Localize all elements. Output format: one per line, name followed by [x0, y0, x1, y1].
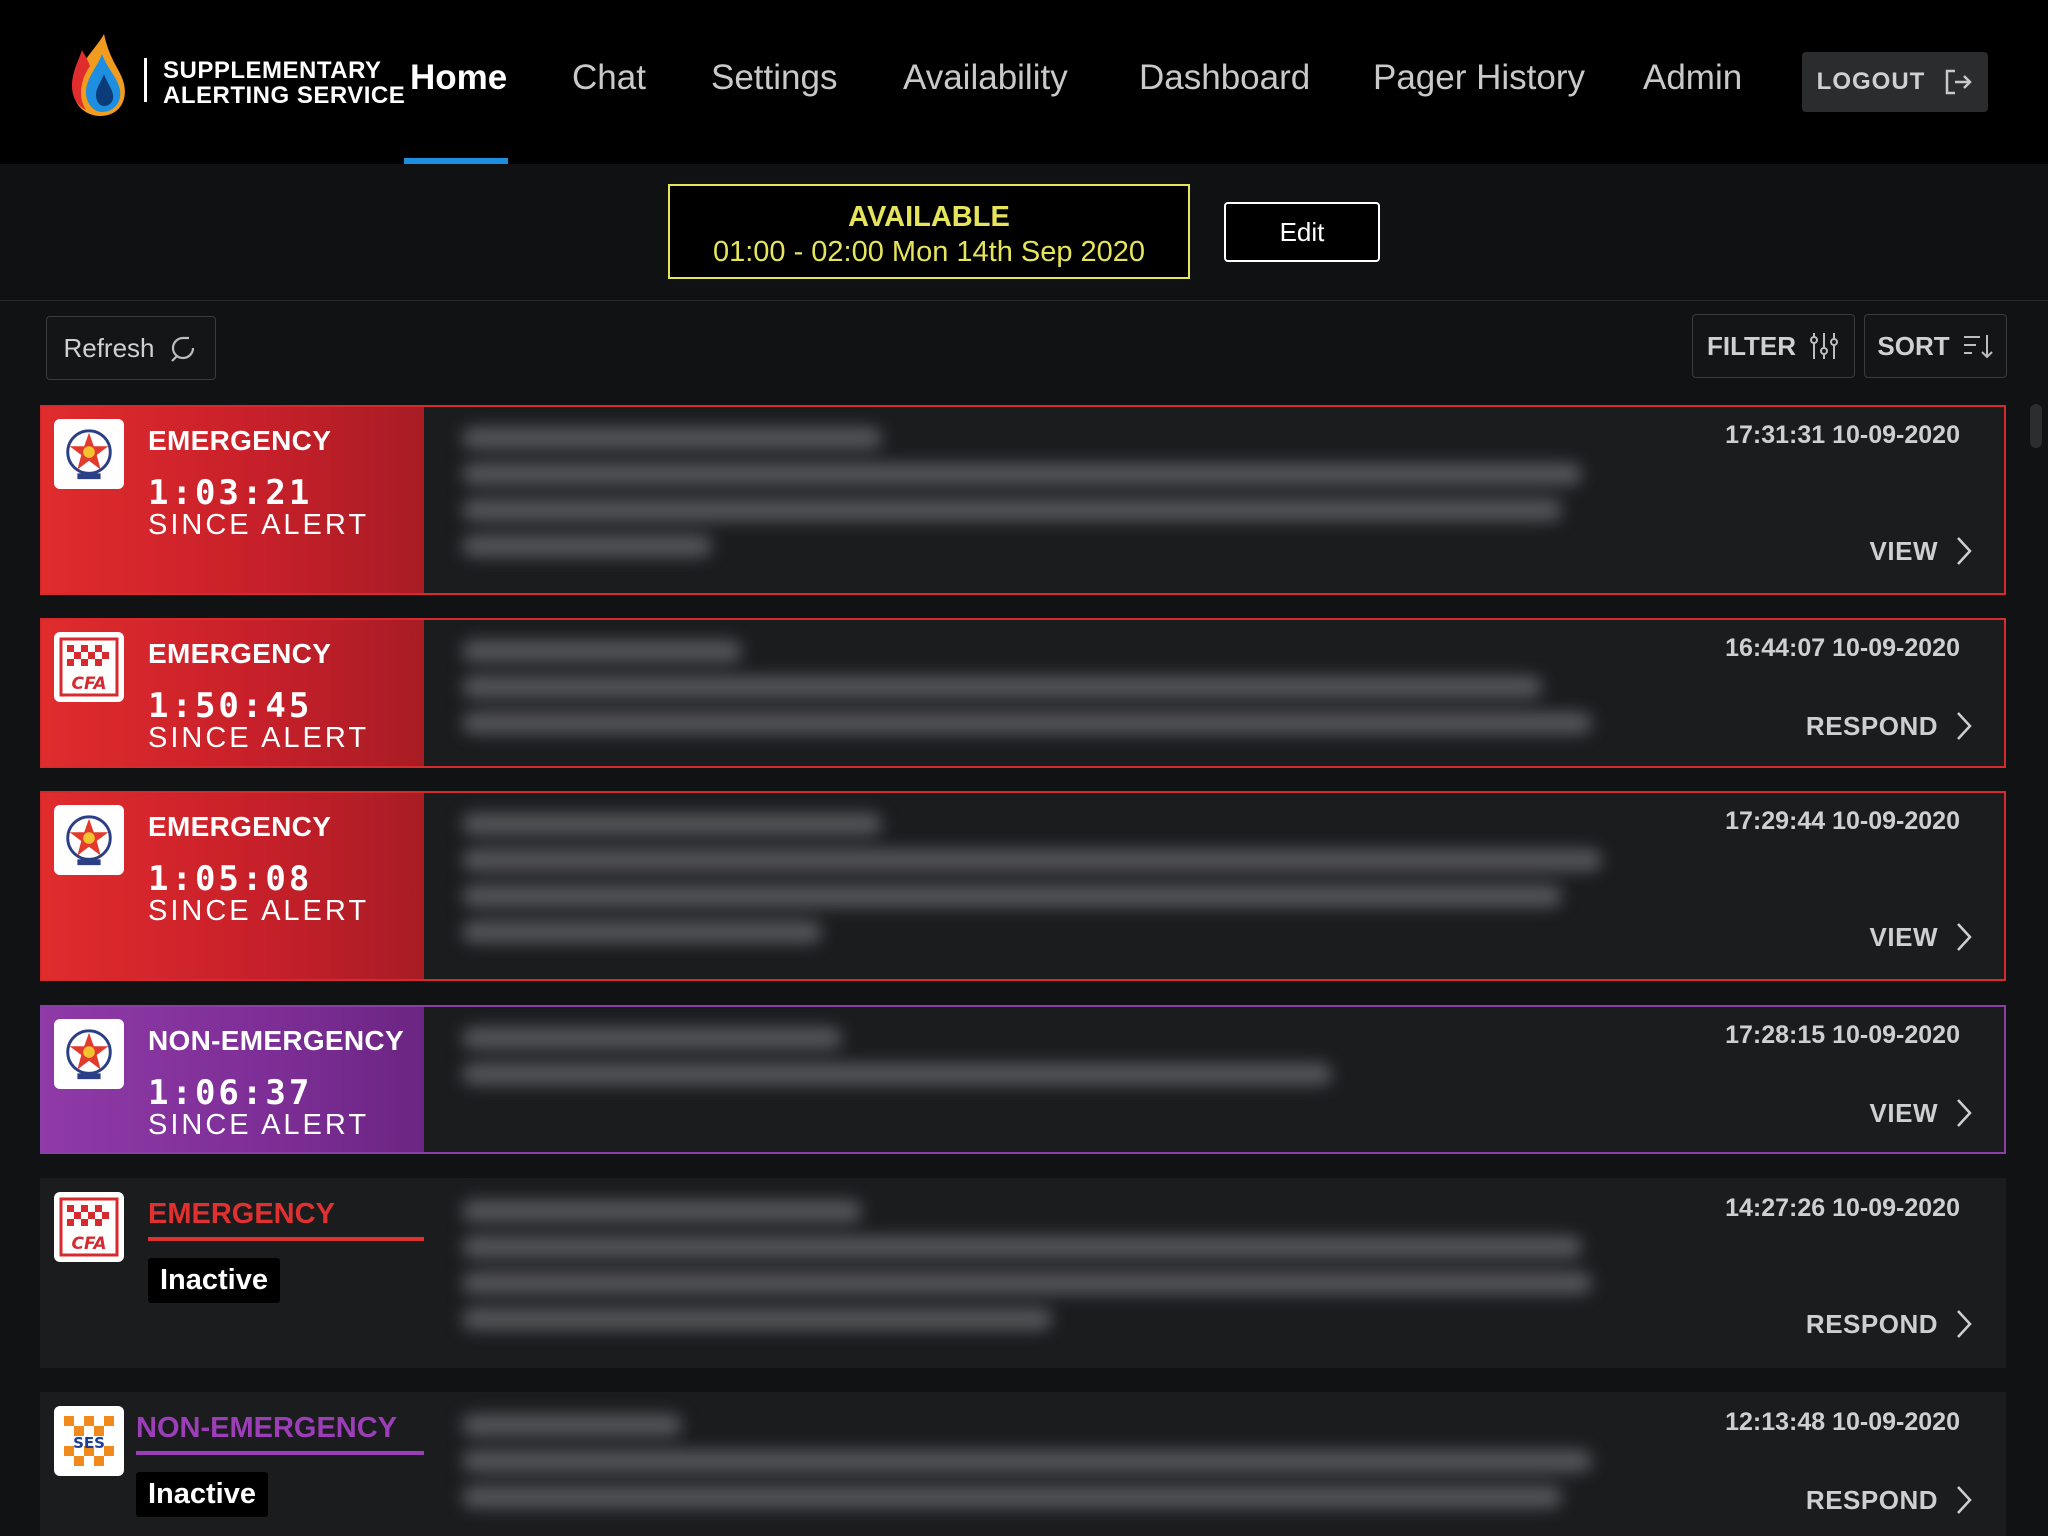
alert-timer: 1:06:37 [148, 1073, 313, 1113]
action-label: VIEW [1869, 1097, 1938, 1128]
alert-type: NON-EMERGENCY [148, 1025, 404, 1056]
alert-message-redacted [462, 427, 1582, 571]
alert-status-panel: CFA EMERGENCY 1:50:45 SINCE ALERT [42, 620, 424, 766]
nav-admin[interactable]: Admin [1643, 58, 1742, 98]
filter-sliders-icon [1810, 333, 1839, 359]
availability-status-box: AVAILABLE 01:00 - 02:00 Mon 14th Sep 202… [668, 184, 1190, 279]
view-button[interactable]: VIEW [1870, 535, 1974, 567]
chevron-right-icon [1957, 1099, 1972, 1127]
nav-settings[interactable]: Settings [711, 58, 837, 98]
refresh-button[interactable]: Refresh [46, 316, 216, 380]
brand-line-2: ALERTING SERVICE [163, 82, 406, 109]
view-button[interactable]: VIEW [1870, 921, 1974, 953]
nav-chat[interactable]: Chat [572, 58, 646, 98]
police-badge-icon [54, 419, 124, 489]
alert-status-panel: NON-EMERGENCY 1:06:37 SINCE ALERT [42, 1007, 424, 1152]
nav-home[interactable]: Home [410, 58, 507, 98]
chevron-right-icon [1957, 923, 1972, 951]
alert-card[interactable]: EMERGENCY 1:05:08 SINCE ALERT 17:29:44 1… [40, 791, 2006, 981]
view-button[interactable]: VIEW [1870, 1097, 1974, 1129]
police-badge-icon [54, 805, 124, 875]
inactive-badge: Inactive [148, 1258, 280, 1303]
respond-button[interactable]: RESPOND [1806, 1484, 1974, 1516]
inactive-badge: Inactive [136, 1472, 268, 1517]
alert-timer: 1:05:08 [148, 859, 313, 899]
refresh-label: Refresh [63, 332, 155, 363]
alert-timestamp: 14:27:26 10-09-2020 [1725, 1194, 1960, 1222]
brand-name: SUPPLEMENTARY ALERTING SERVICE [163, 58, 405, 108]
alert-timestamp: 17:28:15 10-09-2020 [1725, 1021, 1960, 1049]
chevron-right-icon [1957, 712, 1972, 740]
cfa-badge-icon: CFA [54, 632, 124, 702]
alert-status-panel: EMERGENCY 1:05:08 SINCE ALERT [42, 793, 424, 979]
alert-timestamp: 12:13:48 10-09-2020 [1725, 1408, 1960, 1436]
brand-line-1: SUPPLEMENTARY [163, 57, 382, 84]
app-logo-icon [64, 32, 130, 118]
availability-status: AVAILABLE [848, 201, 1010, 233]
alert-message-redacted [462, 813, 1602, 957]
scrollbar-thumb[interactable] [2030, 404, 2042, 448]
alert-type: EMERGENCY [148, 638, 332, 669]
cfa-badge-text: CFA [71, 1234, 106, 1254]
since-alert-label: SINCE ALERT [148, 722, 370, 754]
chevron-right-icon [1957, 1310, 1972, 1338]
chevron-right-icon [1957, 537, 1972, 565]
respond-button[interactable]: RESPOND [1806, 1308, 1974, 1340]
sort-button[interactable]: SORT [1864, 314, 2007, 378]
alert-card-inactive[interactable]: SES NON-EMERGENCY Inactive 12:13:48 10-0… [40, 1392, 2006, 1536]
alert-type: EMERGENCY [148, 1198, 424, 1241]
nav-availability[interactable]: Availability [903, 58, 1068, 98]
nav-dashboard[interactable]: Dashboard [1139, 58, 1310, 98]
alert-card[interactable]: EMERGENCY 1:03:21 SINCE ALERT 17:31:31 1… [40, 405, 2006, 595]
action-label: VIEW [1869, 535, 1938, 566]
alert-message-redacted [462, 640, 1592, 748]
alert-card[interactable]: NON-EMERGENCY 1:06:37 SINCE ALERT 17:28:… [40, 1005, 2006, 1154]
availability-time: 01:00 - 02:00 Mon 14th Sep 2020 [712, 236, 1146, 268]
refresh-icon [170, 336, 194, 362]
alert-timer: 1:50:45 [148, 686, 313, 726]
alert-message-redacted [462, 1027, 1332, 1099]
alert-card[interactable]: CFA EMERGENCY 1:50:45 SINCE ALERT 16:44:… [40, 618, 2006, 768]
sort-icon [1963, 335, 1993, 359]
filter-button[interactable]: FILTER [1692, 314, 1855, 378]
action-label: VIEW [1869, 921, 1938, 952]
cfa-badge-icon: CFA [54, 1192, 124, 1262]
cfa-badge-text: CFA [71, 674, 106, 694]
action-label: RESPOND [1805, 710, 1938, 741]
alert-timer: 1:03:21 [148, 473, 313, 513]
nav-pager-history[interactable]: Pager History [1373, 58, 1585, 98]
filter-label: FILTER [1706, 330, 1797, 361]
alert-timestamp: 17:29:44 10-09-2020 [1725, 807, 1960, 835]
police-badge-icon [54, 1019, 124, 1089]
logout-label: LOGOUT [1816, 68, 1926, 95]
alert-timestamp: 16:44:07 10-09-2020 [1725, 634, 1960, 662]
alert-message-redacted [462, 1414, 1592, 1522]
ses-badge-icon: SES [54, 1406, 124, 1476]
alert-message-redacted [462, 1200, 1592, 1344]
alert-type: NON-EMERGENCY [136, 1412, 424, 1455]
alert-card-inactive[interactable]: CFA EMERGENCY Inactive 14:27:26 10-09-20… [40, 1178, 2006, 1368]
logout-icon [1946, 69, 1973, 95]
action-label: RESPOND [1805, 1484, 1938, 1515]
since-alert-label: SINCE ALERT [148, 895, 370, 927]
alert-status-panel: EMERGENCY 1:03:21 SINCE ALERT [42, 407, 424, 593]
respond-button[interactable]: RESPOND [1806, 710, 1974, 742]
logo-divider [144, 58, 147, 102]
logout-button[interactable]: LOGOUT [1802, 52, 1988, 112]
since-alert-label: SINCE ALERT [148, 509, 370, 541]
alert-type: EMERGENCY [148, 811, 332, 842]
alert-timestamp: 17:31:31 10-09-2020 [1725, 421, 1960, 449]
since-alert-label: SINCE ALERT [148, 1109, 370, 1141]
action-label: RESPOND [1805, 1308, 1938, 1339]
edit-availability-button[interactable]: Edit [1224, 202, 1380, 262]
sort-label: SORT [1877, 330, 1950, 361]
ses-badge-text: SES [73, 1434, 105, 1452]
chevron-right-icon [1957, 1486, 1972, 1514]
top-header: SUPPLEMENTARY ALERTING SERVICE Home Chat… [0, 0, 2048, 164]
alert-type: EMERGENCY [148, 425, 332, 456]
